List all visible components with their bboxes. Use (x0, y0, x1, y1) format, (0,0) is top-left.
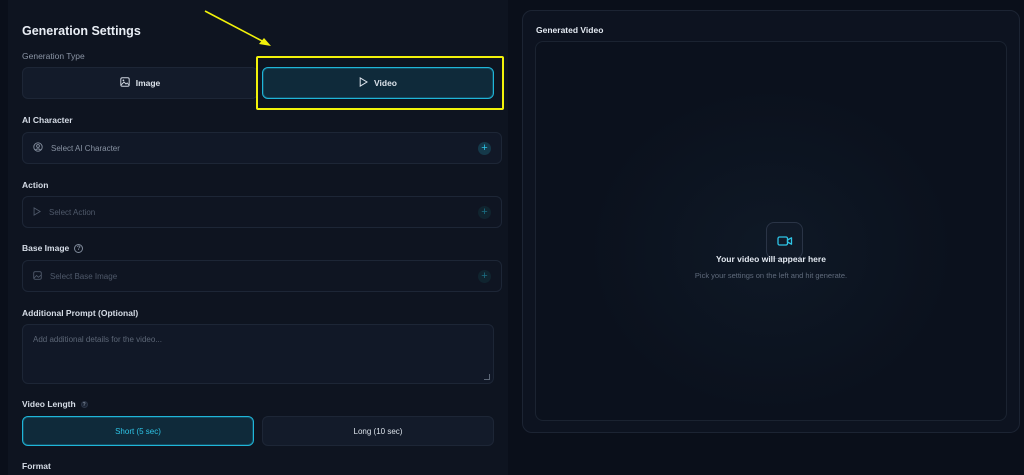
empty-state-title: Your video will appear here (716, 254, 826, 264)
user-circle-icon (33, 142, 43, 154)
video-length-label-text: Video Length (22, 399, 76, 409)
add-action-icon[interactable]: + (478, 206, 491, 219)
video-button-highlight (256, 56, 504, 110)
prompt-placeholder: Add additional details for the video... (33, 335, 162, 344)
long-length-label: Long (10 sec) (353, 426, 403, 436)
action-placeholder: Select Action (49, 207, 96, 217)
help-icon[interactable]: ? (74, 244, 84, 254)
empty-state-subtitle: Pick your settings on the left and hit g… (694, 271, 848, 280)
base-image-label: Base Image? (22, 243, 84, 254)
resize-handle[interactable] (484, 374, 490, 380)
ai-character-label: AI Character (22, 115, 73, 125)
prompt-label: Additional Prompt (Optional) (22, 308, 139, 318)
long-length-button[interactable]: Long (10 sec) (262, 416, 494, 446)
help-icon[interactable]: ? (80, 401, 88, 409)
image-icon (120, 77, 130, 89)
ai-character-select[interactable]: Select AI Character + (22, 132, 502, 164)
prompt-textarea[interactable]: Add additional details for the video... (22, 324, 494, 384)
short-length-label: Short (5 sec) (115, 426, 161, 436)
add-ai-character-icon[interactable]: + (478, 142, 491, 155)
add-base-image-icon[interactable]: + (478, 270, 491, 283)
image-type-label: Image (135, 78, 161, 88)
base-image-placeholder: Select Base Image (50, 271, 118, 281)
short-length-button[interactable]: Short (5 sec) (22, 416, 254, 446)
panel-title: Generation Settings (22, 24, 141, 38)
image-icon (33, 270, 42, 282)
preview-panel: Generated Video Your video will appear h… (522, 10, 1020, 433)
preview-title: Generated Video (536, 25, 604, 35)
action-select[interactable]: Select Action + (22, 196, 502, 228)
format-label: Format (22, 461, 51, 471)
generation-type-label: Generation Type (22, 51, 85, 61)
video-preview-area: Your video will appear here Pick your se… (535, 41, 1007, 421)
play-icon (33, 206, 41, 218)
ai-character-placeholder: Select AI Character (51, 143, 120, 153)
base-image-select[interactable]: Select Base Image + (22, 260, 502, 292)
video-length-label: Video Length? (22, 399, 88, 409)
base-image-label-text: Base Image (22, 243, 70, 253)
image-type-button[interactable]: Image (22, 67, 258, 99)
action-label: Action (22, 180, 49, 190)
